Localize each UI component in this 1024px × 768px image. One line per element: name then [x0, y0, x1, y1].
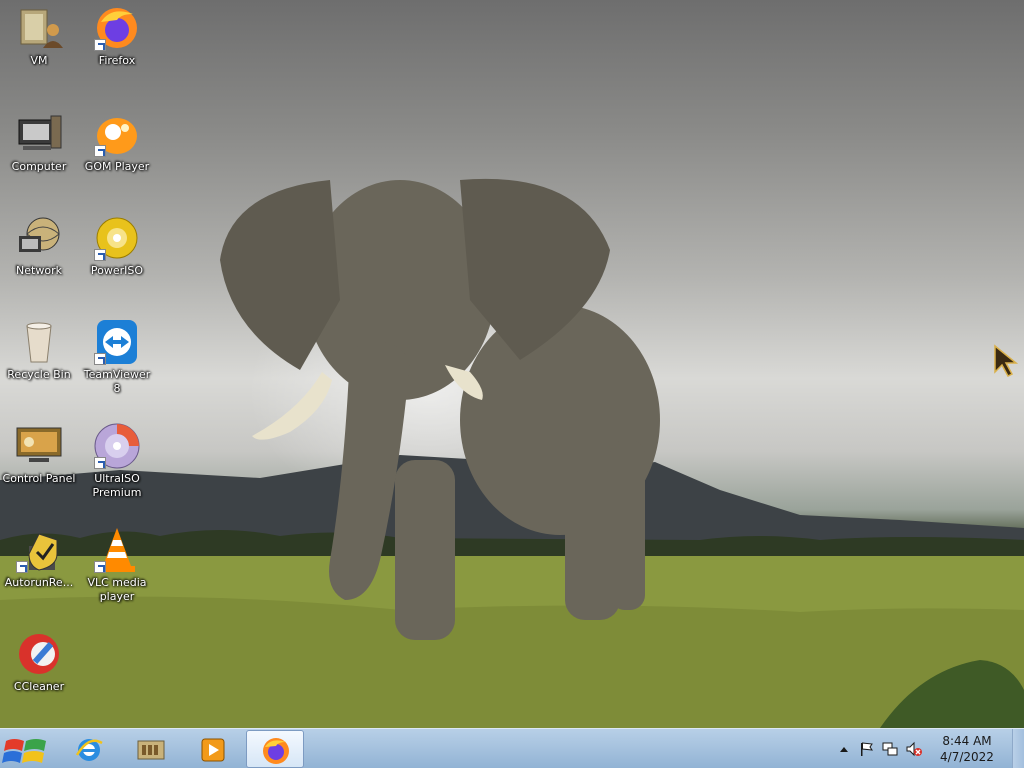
desktop-icon-label: Firefox [98, 54, 136, 67]
computer-icon [15, 110, 63, 158]
desktop-icon-firefox[interactable]: Firefox [78, 4, 156, 68]
clock-date: 4/7/2022 [940, 750, 994, 764]
recycle-bin-icon [15, 318, 63, 366]
shortcut-arrow-icon [94, 561, 106, 573]
gom-player-icon [93, 110, 141, 158]
desktop-icon-label: Control Panel [2, 472, 76, 485]
show-desktop-button[interactable] [1012, 729, 1024, 768]
shortcut-arrow-icon [94, 457, 106, 469]
autorun-remover-icon [15, 526, 63, 574]
network-icon [15, 214, 63, 262]
poweriso-icon [93, 214, 141, 262]
desktop-icon-network[interactable]: Network [0, 214, 78, 278]
desktop-icon-label: Recycle Bin [7, 368, 71, 381]
shortcut-arrow-icon [16, 561, 28, 573]
desktop-icon-computer[interactable]: Computer [0, 110, 78, 174]
desktop-icon-vlc[interactable]: VLC media player [78, 526, 156, 604]
internet-explorer-icon [75, 739, 103, 761]
ultraiso-icon [93, 422, 141, 470]
shortcut-arrow-icon [94, 39, 106, 51]
volume-muted-icon[interactable] [906, 741, 922, 757]
control-panel-icon [15, 422, 63, 470]
desktop-icon-control-panel[interactable]: Control Panel [0, 422, 78, 486]
desktop-icon-gom-player[interactable]: GOM Player [78, 110, 156, 174]
desktop-icon-ultraiso[interactable]: UltraISO Premium [78, 422, 156, 500]
vm-folder-icon [15, 4, 63, 52]
action-center-flag-icon[interactable] [858, 741, 874, 757]
firefox-icon [263, 738, 289, 764]
shortcut-arrow-icon [94, 145, 106, 157]
shortcut-arrow-icon [94, 353, 106, 365]
windows-start-icon [2, 739, 46, 763]
system-tray: 8:44 AM 4/7/2022 [834, 729, 1024, 768]
libraries-icon [137, 740, 165, 760]
show-hidden-icons-arrow[interactable] [838, 742, 850, 758]
vlc-icon [93, 526, 141, 574]
desktop-icon-autorun-remover[interactable]: AutorunRe... [0, 526, 78, 590]
desktop-icon-label: AutorunRe... [4, 576, 74, 589]
taskbar-file-explorer-button[interactable] [122, 730, 180, 768]
desktop-icon-label: GOM Player [84, 160, 150, 173]
mouse-cursor-icon [994, 344, 1019, 377]
desktop-icon-label: VM [30, 54, 48, 67]
desktop-icon-label: Network [16, 264, 62, 277]
desktop-icon-label: TeamViewer 8 [83, 368, 151, 395]
desktop-icon-label: VLC media player [87, 576, 147, 603]
clock-time: 8:44 AM [942, 734, 992, 748]
desktop-icon-label: UltraISO Premium [92, 472, 142, 499]
firefox-icon [93, 4, 141, 52]
media-player-icon [201, 738, 225, 762]
teamviewer-icon [93, 318, 141, 366]
desktop-icon-label: Computer [11, 160, 67, 173]
desktop-icon-ccleaner[interactable]: CCleaner [0, 630, 78, 694]
taskbar: 8:44 AM 4/7/2022 [0, 728, 1024, 768]
desktop-icon-label: CCleaner [13, 680, 65, 693]
start-button[interactable] [0, 729, 54, 768]
network-icon[interactable] [882, 741, 898, 757]
taskbar-clock[interactable]: 8:44 AM 4/7/2022 [932, 733, 1002, 765]
desktop-icon-teamviewer[interactable]: TeamViewer 8 [78, 318, 156, 396]
taskbar-firefox-button[interactable] [246, 730, 304, 768]
taskbar-media-player-button[interactable] [184, 730, 242, 768]
taskbar-internet-explorer-button[interactable] [60, 730, 118, 768]
ccleaner-icon [15, 630, 63, 678]
desktop-icon-vm[interactable]: VM [0, 4, 78, 68]
desktop-icon-recycle-bin[interactable]: Recycle Bin [0, 318, 78, 382]
shortcut-arrow-icon [94, 249, 106, 261]
desktop-icon-label: PowerISO [90, 264, 144, 277]
desktop-icon-poweriso[interactable]: PowerISO [78, 214, 156, 278]
